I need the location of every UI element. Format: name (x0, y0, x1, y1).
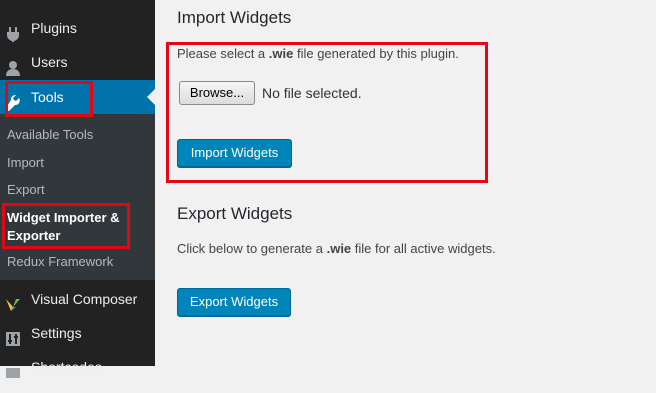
admin-sidebar: Plugins Users Tools Available Tools Impo… (0, 0, 155, 378)
submenu-item-label-line2: Exporter (7, 228, 61, 243)
settings-icon (5, 325, 21, 346)
export-desc-text: Click below to generate a (177, 241, 327, 256)
import-desc-extension: .wie (268, 46, 294, 61)
import-desc-text-end: file generated by this plugin. (293, 46, 459, 61)
import-widgets-title: Import Widgets (177, 8, 292, 27)
tools-submenu: Available Tools Import Export Widget Imp… (0, 114, 155, 280)
sidebar-item-plugins[interactable]: Plugins (0, 11, 155, 45)
import-widgets-button[interactable]: Import Widgets (177, 139, 292, 167)
submenu-item-widget-importer-exporter[interactable]: Widget Importer & Exporter (7, 209, 120, 245)
export-desc-extension: .wie (326, 241, 352, 256)
sidebar-item-visual-composer[interactable]: Visual Composer (0, 282, 155, 316)
submenu-item-redux-framework[interactable]: Redux Framework (7, 253, 113, 271)
export-widgets-title: Export Widgets (177, 204, 293, 223)
wrench-icon (5, 89, 21, 112)
sidebar-item-shortcodes[interactable]: Shortcodes (0, 350, 155, 384)
users-icon (5, 54, 21, 76)
submenu-item-import[interactable]: Import (7, 154, 44, 172)
sidebar-item-settings[interactable]: Settings (0, 316, 155, 350)
sidebar-item-label: Visual Composer (31, 291, 138, 307)
export-desc-text-end: file for all active widgets. (351, 241, 496, 256)
browse-button[interactable]: Browse... (179, 81, 255, 105)
import-description: Please select a .wie file generated by t… (177, 46, 459, 61)
submenu-item-label-line1: Widget Importer & (7, 210, 120, 225)
export-widgets-button[interactable]: Export Widgets (177, 288, 291, 316)
sidebar-item-label: Users (31, 54, 68, 70)
sidebar-item-label: Tools (31, 89, 64, 105)
sidebar-item-label: Settings (31, 325, 82, 341)
sidebar-item-label: Plugins (31, 20, 77, 36)
file-status-text: No file selected. (262, 85, 362, 101)
submenu-item-available-tools[interactable]: Available Tools (7, 126, 93, 144)
sidebar-item-label: Shortcodes (31, 359, 102, 375)
sidebar-item-tools[interactable]: Tools (0, 80, 155, 114)
plug-icon (5, 20, 21, 42)
import-desc-text: Please select a (177, 46, 269, 61)
export-description: Click below to generate a .wie file for … (177, 241, 496, 256)
shortcodes-icon (5, 359, 21, 378)
visual-composer-icon (5, 291, 21, 311)
submenu-item-export[interactable]: Export (7, 181, 45, 199)
sidebar-item-users[interactable]: Users (0, 45, 155, 79)
